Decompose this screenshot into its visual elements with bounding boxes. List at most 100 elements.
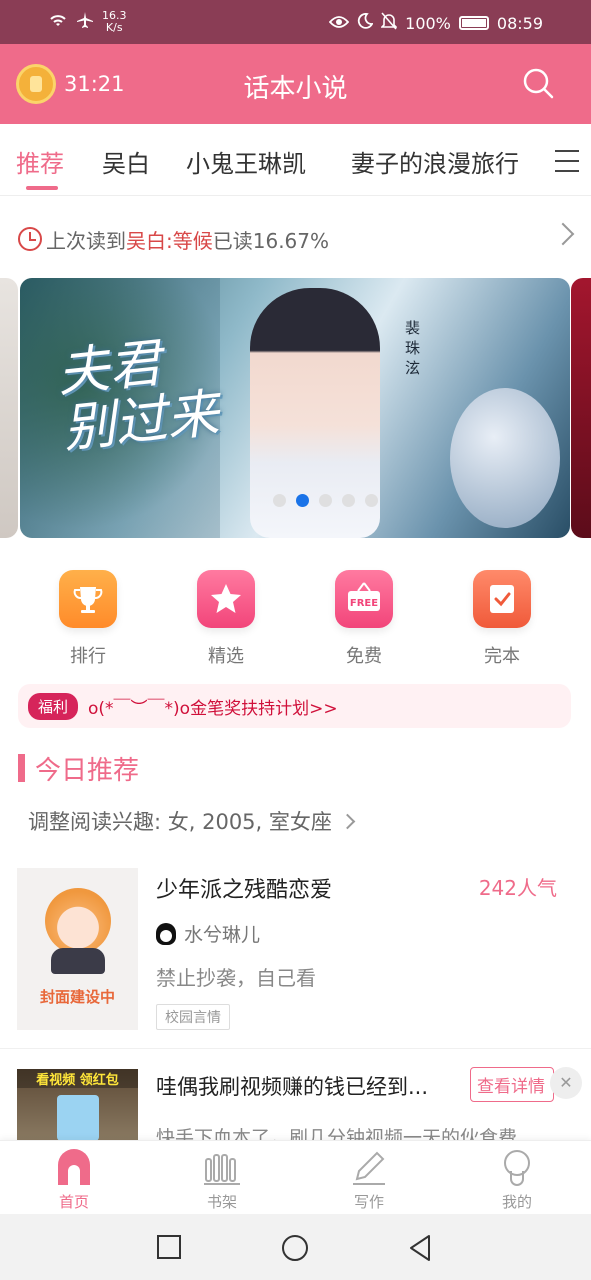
section-title: 今日推荐 <box>35 755 140 786</box>
book-author: 水兮琳儿 <box>156 920 260 947</box>
mute-bell-icon <box>380 12 399 34</box>
quick-link-free[interactable]: FREE 免费 <box>314 570 414 668</box>
carousel-dot-active[interactable] <box>296 494 309 507</box>
ad-item[interactable]: 看视频 领红包 哇偶我刷视频赚的钱已经到... 查看详情 ✕ 快手下血本了，刷几… <box>0 1048 591 1140</box>
eye-icon <box>328 14 350 33</box>
quick-link-label: 完本 <box>484 646 520 667</box>
carousel-dot[interactable] <box>365 494 378 507</box>
back-triangle-icon[interactable] <box>407 1234 433 1266</box>
tab-xiaoguiwang[interactable]: 小鬼王琳凯 <box>186 144 306 179</box>
cover-illustration-body <box>51 948 105 974</box>
clock-icon <box>18 227 42 251</box>
tab-indicator <box>26 186 58 190</box>
recent-apps-icon[interactable] <box>156 1234 182 1264</box>
carousel-dot[interactable] <box>273 494 286 507</box>
banner-cherub-statue <box>450 388 560 528</box>
ad-thumbnail-phone <box>57 1095 99 1140</box>
last-read-chapter: 等候 <box>172 228 213 253</box>
nav-home[interactable]: 首页 <box>24 1147 124 1212</box>
pencil-icon <box>353 1151 385 1185</box>
close-icon[interactable]: ✕ <box>550 1067 582 1099</box>
banner-vertical-text: 裴珠泫 <box>405 319 421 377</box>
nav-bookshelf[interactable]: 书架 <box>172 1147 272 1212</box>
welfare-badge: 福利 <box>28 692 79 720</box>
carousel-dot[interactable] <box>319 494 332 507</box>
category-tabs: 推荐 吴白 小鬼王琳凯 妻子的浪漫旅行 <box>0 124 591 196</box>
checked-book-icon <box>473 570 531 628</box>
search-icon[interactable] <box>521 66 555 100</box>
nav-label: 书架 <box>206 1193 237 1211</box>
nav-label: 我的 <box>501 1193 532 1211</box>
ad-title[interactable]: 哇偶我刷视频赚的钱已经到... <box>156 1071 428 1101</box>
carousel-dot[interactable] <box>342 494 355 507</box>
airplane-icon <box>76 11 94 33</box>
book-popularity: 242人气 <box>478 876 557 900</box>
tab-recommend[interactable]: 推荐 <box>16 144 64 179</box>
book-cover[interactable]: 封面建设中 <box>17 868 138 1030</box>
profile-icon <box>504 1150 530 1186</box>
last-read-book: 吴白: <box>126 228 173 253</box>
network-speed-unit: K/s <box>105 21 123 34</box>
last-read-progress: 已读16.67% <box>212 228 330 253</box>
star-icon <box>197 570 255 628</box>
chevron-right-icon <box>339 813 356 829</box>
chevron-right-icon <box>551 222 575 246</box>
bookshelf-icon <box>204 1154 240 1185</box>
status-bar: 16.3 K/s 100% 08:59 <box>0 0 591 44</box>
quick-link-completed[interactable]: 完本 <box>452 570 552 668</box>
quick-link-ranking[interactable]: 排行 <box>38 570 138 668</box>
battery-icon <box>458 16 489 30</box>
quick-links: 排行 精选 FREE 免费 完本 <box>0 570 591 670</box>
book-title[interactable]: 少年派之残酷恋爱 <box>156 872 332 904</box>
view-details-button[interactable]: 查看详情 <box>470 1067 554 1102</box>
ad-thumbnail-text: 看视频 领红包 <box>17 1069 138 1088</box>
section-accent-bar <box>18 754 25 782</box>
banner-slide[interactable]: 夫君 别过来 裴珠泫 <box>20 278 570 538</box>
trophy-icon <box>59 570 117 628</box>
wifi-icon <box>48 12 68 32</box>
carousel-dots <box>273 494 378 507</box>
quick-link-label: 免费 <box>346 646 382 667</box>
battery-percent: 100% <box>405 13 451 33</box>
book-list-item[interactable]: 封面建设中 少年派之残酷恋爱 242人气 水兮琳儿 禁止抄袭，自己看 校园言情 <box>0 868 591 1033</box>
book-description: 禁止抄袭，自己看 <box>156 966 316 990</box>
adjust-interest-link[interactable]: 调整阅读兴趣: 女, 2005, 室女座 <box>28 806 356 836</box>
home-arch-icon <box>58 1149 90 1185</box>
qq-penguin-icon <box>156 922 176 945</box>
section-heading: 今日推荐 <box>18 750 139 786</box>
app-title: 话本小说 <box>243 74 348 104</box>
banner-carousel[interactable]: 夫君 别过来 裴珠泫 <box>0 278 591 538</box>
app-header: 31:21 话本小说 <box>0 44 591 124</box>
home-circle-icon[interactable] <box>281 1234 309 1266</box>
tab-wubai[interactable]: 吴白 <box>102 144 150 179</box>
free-tag-icon: FREE <box>335 570 393 628</box>
welfare-text[interactable]: o(*￣︶￣*)o金笔奖扶持计划>> <box>88 694 338 719</box>
quick-link-label: 精选 <box>208 646 244 667</box>
interest-text: 调整阅读兴趣: 女, 2005, 室女座 <box>28 810 332 834</box>
welfare-banner[interactable]: 福利 o(*￣︶￣*)o金笔奖扶持计划>> <box>18 684 571 728</box>
nav-write[interactable]: 写作 <box>319 1147 419 1212</box>
quick-link-featured[interactable]: 精选 <box>176 570 276 668</box>
nav-label: 首页 <box>58 1193 89 1211</box>
ad-thumbnail[interactable]: 看视频 领红包 <box>17 1069 138 1140</box>
banner-prev-peek[interactable] <box>0 278 18 538</box>
ad-subtitle: 快手下血本了，刷几分钟视频一天的伙食费 <box>156 1127 518 1140</box>
last-read-prefix: 上次读到 <box>46 228 126 253</box>
cover-illustration <box>45 888 111 954</box>
nav-profile[interactable]: 我的 <box>467 1147 567 1212</box>
last-read-bar[interactable]: 上次读到 吴白: 等候 已读16.67% <box>18 222 575 256</box>
system-nav-bar <box>0 1214 591 1280</box>
moon-icon <box>357 13 374 33</box>
menu-icon[interactable] <box>555 150 579 172</box>
tab-romantic-travel[interactable]: 妻子的浪漫旅行 <box>351 144 519 179</box>
bottom-nav: 首页 书架 写作 我的 <box>0 1140 591 1214</box>
banner-next-peek[interactable] <box>571 278 591 538</box>
clock-time: 08:59 <box>496 13 543 33</box>
author-name: 水兮琳儿 <box>184 924 261 946</box>
quick-link-label: 排行 <box>70 646 106 667</box>
book-tag[interactable]: 校园言情 <box>156 1004 230 1030</box>
network-speed: 16.3 K/s <box>102 10 127 34</box>
cover-label: 封面建设中 <box>39 988 115 1006</box>
nav-label: 写作 <box>353 1193 384 1211</box>
banner-title: 夫君 别过来 <box>54 330 221 460</box>
